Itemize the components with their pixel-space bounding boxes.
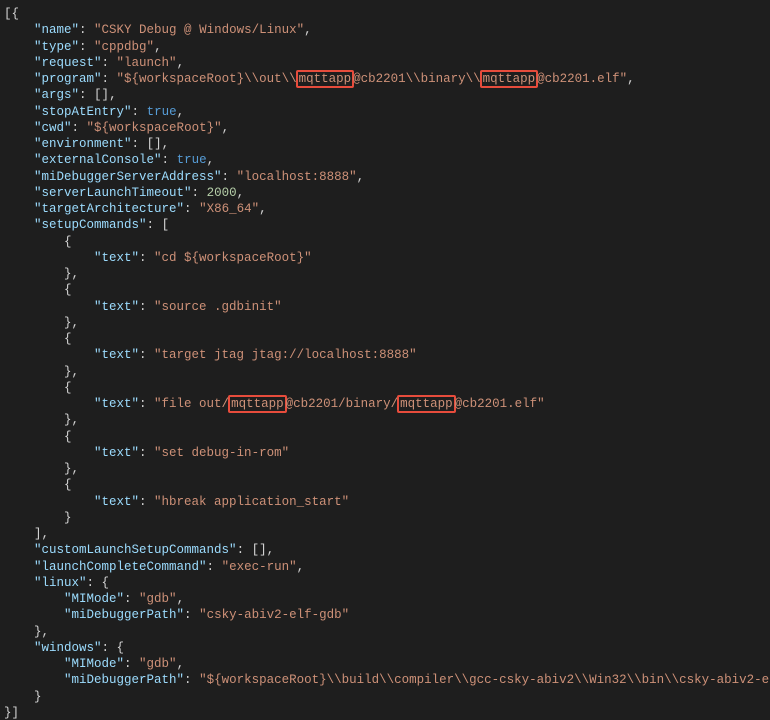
val-program-part2: @cb2201\\binary\\ [353, 72, 481, 86]
key-serverlaunchtimeout: "serverLaunchTimeout" [34, 186, 192, 200]
val-program-part1: "${workspaceRoot}\\out\\ [117, 72, 297, 86]
obj-open: { [64, 235, 72, 249]
key-linux: "linux" [34, 576, 87, 590]
val-text-file-p3: @cb2201.elf" [455, 397, 545, 411]
highlight-mqttapp-1: mqttapp [296, 70, 355, 88]
obj-close: }, [64, 413, 79, 427]
val-midebuggerpath-linux: "csky-abiv2-elf-gdb" [199, 608, 349, 622]
val-environment: [] [147, 137, 162, 151]
val-mimode-linux: "gdb" [139, 592, 177, 606]
key-text: "text" [94, 495, 139, 509]
obj-open: { [64, 332, 72, 346]
key-launchcompletecommand: "launchCompleteCommand" [34, 560, 207, 574]
key-text: "text" [94, 300, 139, 314]
key-targetarchitecture: "targetArchitecture" [34, 202, 184, 216]
obj-open: { [64, 283, 72, 297]
val-name: "CSKY Debug @ Windows/Linux" [94, 23, 304, 37]
val-text-source: "source .gdbinit" [154, 300, 282, 314]
key-midebuggerserveraddress: "miDebuggerServerAddress" [34, 170, 222, 184]
key-mimode-linux: "MIMode" [64, 592, 124, 606]
linux-close: }, [34, 625, 49, 639]
val-windows-open: { [117, 641, 125, 655]
windows-close: } [34, 690, 42, 704]
obj-close-last: } [64, 511, 72, 525]
val-customlaunchsetupcommands: [] [252, 543, 267, 557]
highlight-mqttapp-4: mqttapp [397, 395, 456, 413]
code-editor[interactable]: [{ "name": "CSKY Debug @ Windows/Linux",… [0, 0, 770, 720]
val-linux-open: { [102, 576, 110, 590]
close-bracket: }] [4, 706, 19, 720]
highlight-mqttapp-3: mqttapp [228, 395, 287, 413]
key-setupcommands: "setupCommands" [34, 218, 147, 232]
setup-close: ], [34, 527, 49, 541]
key-program: "program" [34, 72, 102, 86]
key-type: "type" [34, 40, 79, 54]
key-name: "name" [34, 23, 79, 37]
key-externalconsole: "externalConsole" [34, 153, 162, 167]
val-text-file-p1: "file out/ [154, 397, 229, 411]
key-windows: "windows" [34, 641, 102, 655]
val-text-setdebug: "set debug-in-rom" [154, 446, 289, 460]
val-mimode-windows: "gdb" [139, 657, 177, 671]
val-launchcompletecommand: "exec-run" [222, 560, 297, 574]
val-args: [] [94, 88, 109, 102]
key-text: "text" [94, 251, 139, 265]
obj-close: }, [64, 316, 79, 330]
key-text: "text" [94, 348, 139, 362]
key-text: "text" [94, 446, 139, 460]
key-midebuggerpath-windows: "miDebuggerPath" [64, 673, 184, 687]
val-serverlaunchtimeout: 2000 [207, 186, 237, 200]
key-cwd: "cwd" [34, 121, 72, 135]
obj-close: }, [64, 462, 79, 476]
key-midebuggerpath-linux: "miDebuggerPath" [64, 608, 184, 622]
key-request: "request" [34, 56, 102, 70]
val-midebuggerpath-windows: "${workspaceRoot}\\build\\compiler\\gcc-… [199, 673, 770, 687]
obj-close: }, [64, 267, 79, 281]
val-text-file-p2: @cb2201/binary/ [286, 397, 399, 411]
key-customlaunchsetupcommands: "customLaunchSetupCommands" [34, 543, 237, 557]
obj-open: { [64, 381, 72, 395]
val-text-hbreak: "hbreak application_start" [154, 495, 349, 509]
val-cwd: "${workspaceRoot}" [87, 121, 222, 135]
val-text-cd: "cd ${workspaceRoot}" [154, 251, 312, 265]
obj-open: { [64, 430, 72, 444]
key-mimode-windows: "MIMode" [64, 657, 124, 671]
val-midebuggerserveraddress: "localhost:8888" [237, 170, 357, 184]
val-stopatentry: true [147, 105, 177, 119]
open-bracket: [{ [4, 7, 19, 21]
key-environment: "environment" [34, 137, 132, 151]
val-externalconsole: true [177, 153, 207, 167]
val-request: "launch" [117, 56, 177, 70]
obj-close: }, [64, 365, 79, 379]
val-type: "cppdbg" [94, 40, 154, 54]
key-args: "args" [34, 88, 79, 102]
obj-open: { [64, 478, 72, 492]
key-stopatentry: "stopAtEntry" [34, 105, 132, 119]
val-targetarchitecture: "X86_64" [199, 202, 259, 216]
highlight-mqttapp-2: mqttapp [480, 70, 539, 88]
key-text: "text" [94, 397, 139, 411]
val-setupcommands-open: [ [162, 218, 170, 232]
val-program-part3: @cb2201.elf" [537, 72, 627, 86]
val-text-target: "target jtag jtag://localhost:8888" [154, 348, 417, 362]
